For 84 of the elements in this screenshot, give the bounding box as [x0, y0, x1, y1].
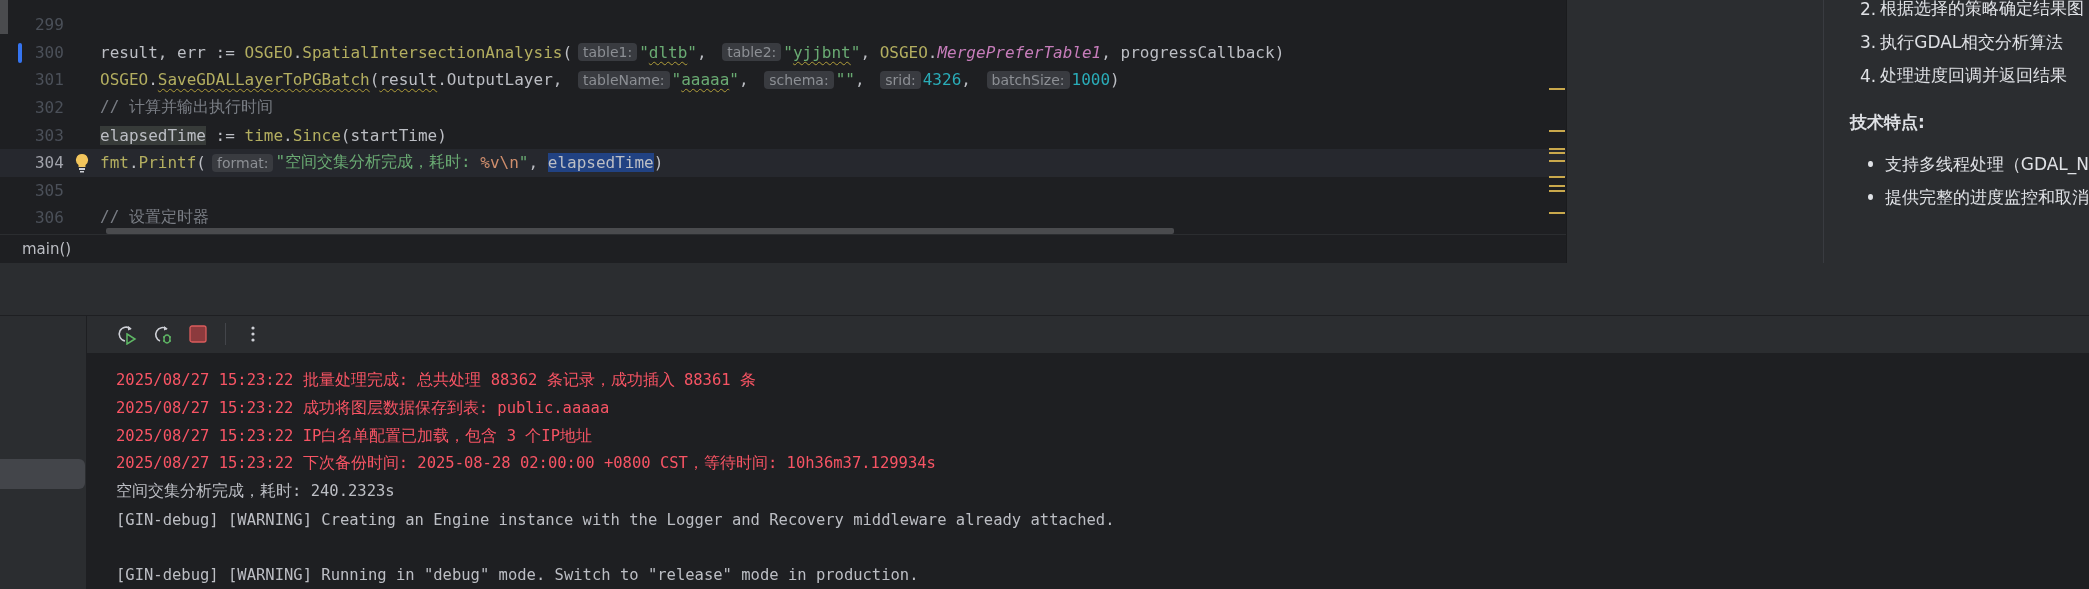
log-line: 2025/08/27 15:23:22 批量处理完成: 总共处理 88362 条记录，成功插入 88361 条 — [116, 370, 756, 391]
code-token: . — [283, 125, 293, 145]
code-token: " — [518, 153, 529, 173]
code-token: := — [214, 125, 236, 145]
code-token: %v\n — [480, 153, 519, 173]
code-token: " — [729, 70, 739, 90]
list-number: 4. — [1860, 65, 1877, 86]
list-number: 3. — [1860, 32, 1877, 53]
list-item-text: 处理进度回调并返回结果 — [1880, 64, 2068, 88]
list-item-text: 支持多线程处理（GDAL_N — [1884, 152, 2089, 176]
line-number: 304 — [33, 153, 64, 173]
code-token: "空间交集分析完成，耗时: — [275, 152, 472, 174]
list-item-text: 执行GDAL相交分析算法 — [1880, 30, 2064, 54]
code-token: , — [860, 42, 872, 62]
code-token: , progressCallback) — [1101, 42, 1285, 62]
parameter-hint: table1: — [578, 43, 638, 62]
more-icon — [251, 326, 255, 343]
code-token: ( — [369, 70, 380, 90]
rerun-icon — [115, 323, 137, 346]
code-token: (startTime) — [340, 125, 447, 145]
code-token: " — [687, 42, 697, 62]
code-token: , — [528, 153, 540, 173]
scrollbar[interactable] — [0, 0, 8, 34]
parameter-hint: tableName: — [578, 71, 670, 89]
code-token: , — [961, 70, 972, 90]
breadcrumb[interactable]: main() — [22, 240, 72, 258]
code-token: " — [671, 70, 682, 90]
scrollbar[interactable] — [106, 228, 1174, 234]
list-number: 2. — [1860, 0, 1877, 19]
lightbulb-icon[interactable] — [74, 152, 89, 173]
parameter-hint: srid: — [880, 71, 921, 89]
code-token: " — [639, 42, 649, 62]
log-line: [GIN-debug] [WARNING] Running in "debug" mode. Switch to "release" mode in production. — [116, 566, 919, 585]
code-token: time — [244, 125, 284, 145]
code-token: . — [927, 42, 938, 62]
code-token: . — [128, 153, 139, 173]
parameter-hint: format: — [212, 153, 274, 172]
code-token: OSGEO — [100, 70, 149, 90]
code-token: , — [854, 70, 866, 90]
code-token: result — [379, 70, 438, 90]
code-token: , — [696, 42, 708, 62]
code-token: dltb — [648, 42, 688, 62]
code-token: OSGEO — [244, 42, 293, 62]
code-token: "" — [835, 70, 855, 90]
code-token: ) — [653, 153, 664, 173]
code-token: yjjbnt — [792, 42, 851, 62]
log-line: 2025/08/27 15:23:22 下次备份时间: 2025-08-28 02:00:00 +0800 CST，等待时间: 10h36m37.129934s — [116, 453, 936, 475]
list-item-text: 根据选择的策略确定结果图 — [1880, 0, 2085, 21]
code-token: 1000 — [1071, 70, 1111, 90]
code-token: elapsedTime — [547, 153, 654, 173]
code-token: // 计算并输出执行时间 — [100, 97, 273, 119]
code-token: result, err := — [100, 42, 236, 62]
code-token: SaveGDALLayerToPGBatch — [157, 70, 370, 90]
log-line: [GIN-debug] [WARNING] Creating an Engine instance with the Logger and Recovery middleware already attached. — [116, 510, 1115, 529]
code-token: aaaaa — [681, 70, 730, 90]
code-token: . — [292, 42, 303, 62]
parameter-hint: schema: — [764, 71, 834, 89]
code-token: " — [783, 42, 793, 62]
code-token: ) — [1110, 70, 1120, 90]
bullet-icon — [1868, 161, 1873, 167]
code-token: Since — [292, 125, 341, 145]
code-token: ( — [196, 153, 206, 173]
code-token: ( — [562, 42, 573, 62]
parameter-hint: table2: — [722, 43, 782, 62]
section-heading: 技术特点: — [1850, 111, 1925, 132]
parameter-hint: batchSize: — [986, 71, 1070, 89]
list-item-text: 提供完整的进度监控和取消 — [1885, 185, 2089, 209]
bullet-icon — [1868, 194, 1873, 200]
code-token: 4326 — [922, 70, 962, 90]
stop-icon — [189, 325, 207, 344]
log-line: 2025/08/27 15:23:22 成功将图层数据保存到表: public.aaaaa — [116, 397, 610, 419]
code-token: . — [148, 70, 158, 90]
code-token: OSGEO — [879, 42, 928, 62]
code-token: .OutputLayer, — [437, 70, 564, 90]
code-token: " — [850, 42, 861, 62]
code-token: fmt — [100, 153, 129, 173]
code-token: SpatialIntersectionAnalysis — [302, 42, 563, 62]
log-line: 2025/08/27 15:23:22 IP白名单配置已加载，包含 3 个IP地址 — [116, 425, 592, 447]
code-token: elapsedTime — [100, 125, 206, 145]
code-token: MergePreferTable1 — [937, 42, 1102, 62]
code-token: // 设置定时器 — [100, 207, 209, 229]
code-token: , — [738, 70, 750, 90]
log-line: 空间交集分析完成，耗时: 240.2323s — [116, 481, 395, 503]
code-token: Printf — [138, 153, 197, 173]
